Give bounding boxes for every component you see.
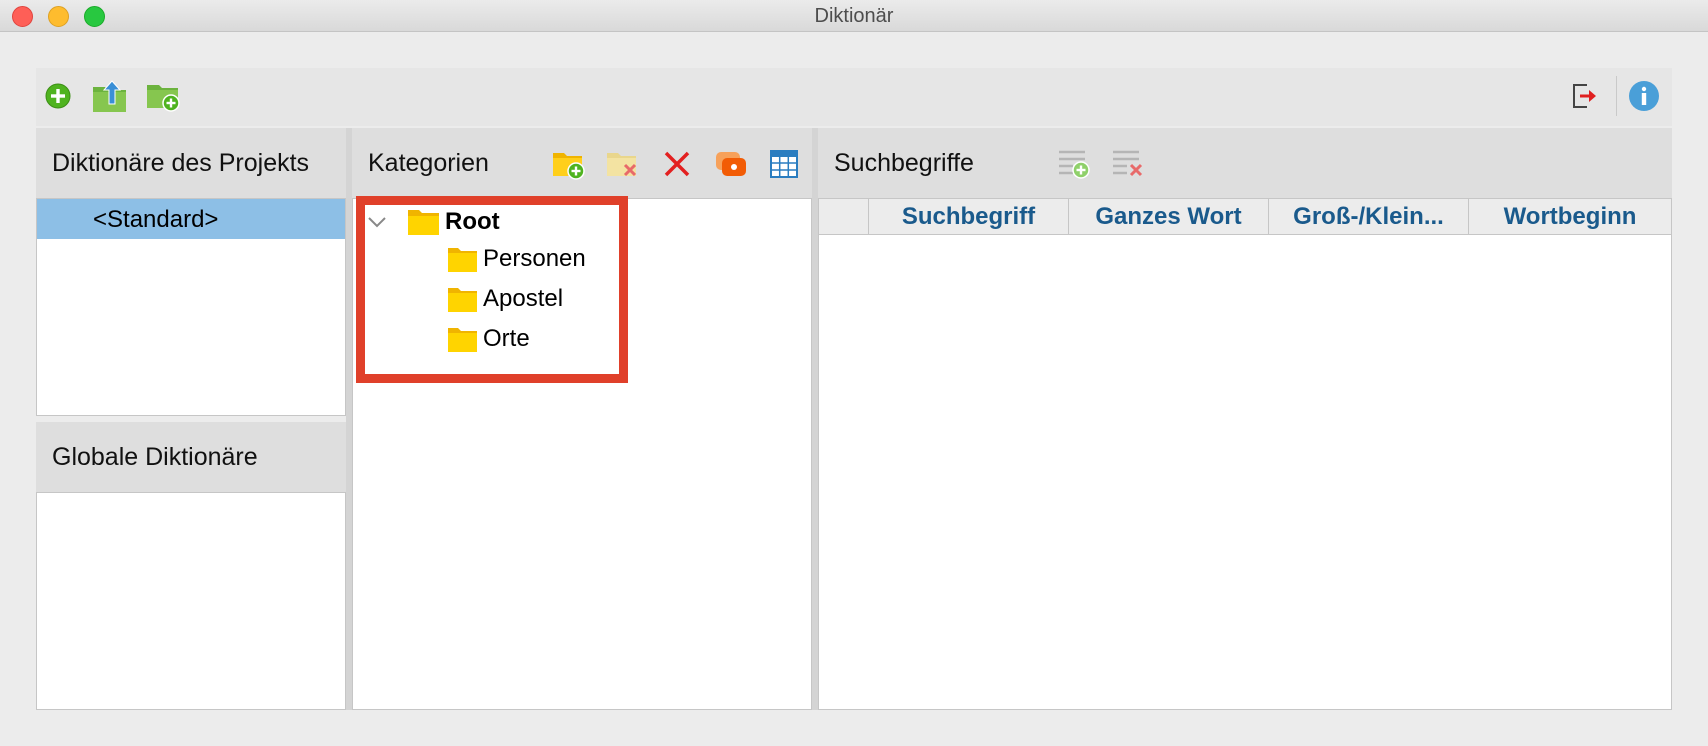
- project-dictionaries-title: Diktionäre des Projekts: [52, 148, 310, 177]
- add-search-term-icon: [1059, 150, 1090, 179]
- toolbar-separator: [1616, 76, 1617, 116]
- title-bar: Diktionär: [0, 0, 1708, 32]
- table-icon: [770, 150, 798, 178]
- folder-icon: [448, 248, 477, 272]
- merge-categories-button[interactable]: [713, 146, 749, 182]
- column-header-ganzes-wort[interactable]: Ganzes Wort: [1069, 199, 1269, 235]
- add-folder-icon: [147, 85, 180, 112]
- add-dictionary-icon: [45, 83, 71, 109]
- column-header-wortbeginn[interactable]: Wortbeginn: [1469, 199, 1671, 235]
- row-header-corner: [819, 199, 869, 235]
- search-terms-table[interactable]: Suchbegriff Ganzes Wort Groß-/Klein... W…: [818, 198, 1672, 710]
- column-header-gross-klein[interactable]: Groß-/Klein...: [1269, 199, 1469, 235]
- delete-category-icon: [607, 153, 637, 177]
- tree-node-label: Apostel: [483, 285, 564, 312]
- info-button[interactable]: [1626, 78, 1662, 114]
- categories-title: Kategorien: [368, 148, 489, 177]
- new-category-icon: [553, 153, 585, 180]
- tree-node-label: Orte: [483, 325, 530, 352]
- tree-node-personen[interactable]: Personen: [447, 241, 586, 277]
- list-item-label: <Standard>: [93, 206, 219, 233]
- delete-button[interactable]: [659, 146, 695, 182]
- table-view-button[interactable]: [766, 146, 802, 182]
- delete-category-button[interactable]: [605, 146, 641, 182]
- global-dictionaries-title: Globale Diktionäre: [52, 442, 258, 471]
- global-dictionaries-header: Globale Diktionäre: [36, 422, 346, 492]
- import-dictionary-button[interactable]: [92, 78, 128, 114]
- merge-icon: [716, 152, 746, 176]
- project-dictionaries-list[interactable]: <Standard>: [36, 198, 346, 416]
- search-terms-header: Suchbegriffe: [818, 128, 1672, 198]
- add-dictionary-button[interactable]: [40, 78, 76, 114]
- folder-icon: [408, 210, 439, 235]
- tree-node-label: Personen: [483, 245, 586, 272]
- new-category-button[interactable]: [551, 146, 587, 182]
- search-terms-title: Suchbegriffe: [834, 148, 974, 177]
- delete-search-term-icon: [1113, 150, 1143, 177]
- exit-button[interactable]: [1566, 78, 1602, 114]
- delete-icon: [664, 151, 690, 177]
- window-title: Diktionär: [814, 5, 894, 27]
- tree-node-root[interactable]: Root: [365, 204, 500, 240]
- folder-icon: [448, 288, 477, 312]
- exit-icon: [1573, 84, 1596, 108]
- folder-icon: [448, 328, 477, 352]
- add-folder-button[interactable]: [146, 78, 182, 114]
- global-dictionaries-list[interactable]: [36, 492, 346, 710]
- project-dictionaries-header: Diktionäre des Projekts: [36, 128, 346, 198]
- import-dictionary-icon: [93, 80, 126, 112]
- tree-node-apostel[interactable]: Apostel: [447, 281, 563, 317]
- delete-search-term-button[interactable]: [1110, 146, 1146, 182]
- tree-node-orte[interactable]: Orte: [447, 321, 530, 357]
- add-search-term-button[interactable]: [1056, 146, 1092, 182]
- main-toolbar: [36, 68, 1672, 126]
- chevron-down-icon[interactable]: [365, 210, 389, 234]
- categories-tree[interactable]: Root Personen Apostel Orte: [352, 198, 812, 710]
- info-icon: [1629, 81, 1659, 111]
- column-header-suchbegriff[interactable]: Suchbegriff: [869, 199, 1069, 235]
- tree-node-label: Root: [445, 208, 500, 235]
- list-item-standard[interactable]: <Standard>: [37, 199, 345, 239]
